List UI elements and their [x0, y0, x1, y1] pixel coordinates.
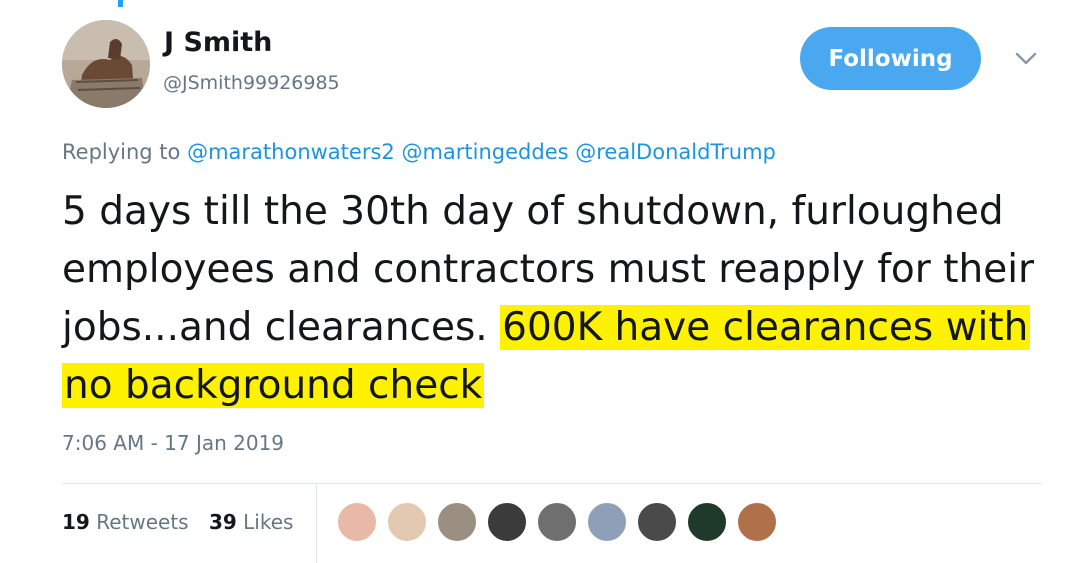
- liker-avatar[interactable]: [636, 501, 678, 543]
- liker-avatar[interactable]: [686, 501, 728, 543]
- top-accent-mark: [118, 0, 123, 7]
- liker-avatar[interactable]: [736, 501, 778, 543]
- liker-avatar[interactable]: [486, 501, 528, 543]
- avatar-photo: [62, 20, 150, 108]
- tweet-stats: 19 Retweets 39 Likes: [62, 510, 307, 534]
- mention-link[interactable]: @realDonaldTrump: [575, 140, 776, 164]
- replying-to: Replying to @marathonwaters2 @martingedd…: [62, 140, 776, 164]
- likes-count: 39: [208, 510, 237, 534]
- retweets-label: Retweets: [96, 510, 189, 534]
- user-handle[interactable]: @JSmith99926985: [163, 72, 340, 94]
- tweet-timestamp[interactable]: 7:06 AM - 17 Jan 2019: [62, 431, 284, 455]
- chevron-down-icon[interactable]: [1015, 52, 1037, 66]
- retweets-stat[interactable]: 19 Retweets: [62, 510, 189, 534]
- avatar[interactable]: [62, 20, 150, 108]
- tweet-text: 5 days till the 30th day of shutdown, fu…: [62, 183, 1062, 415]
- liker-avatar[interactable]: [386, 501, 428, 543]
- following-button[interactable]: Following: [800, 27, 981, 90]
- divider: [62, 483, 1042, 484]
- retweets-count: 19: [62, 510, 90, 534]
- stats-separator: [316, 484, 317, 563]
- likes-label: Likes: [243, 510, 294, 534]
- likes-stat[interactable]: 39 Likes: [209, 510, 294, 534]
- replying-to-label: Replying to: [62, 140, 181, 164]
- mention-link[interactable]: @martingeddes: [401, 140, 568, 164]
- display-name[interactable]: J Smith: [164, 27, 272, 58]
- liker-avatar[interactable]: [536, 501, 578, 543]
- mention-link[interactable]: @marathonwaters2: [187, 140, 395, 164]
- liker-avatar[interactable]: [586, 501, 628, 543]
- liker-avatar[interactable]: [436, 501, 478, 543]
- liker-avatar[interactable]: [336, 501, 378, 543]
